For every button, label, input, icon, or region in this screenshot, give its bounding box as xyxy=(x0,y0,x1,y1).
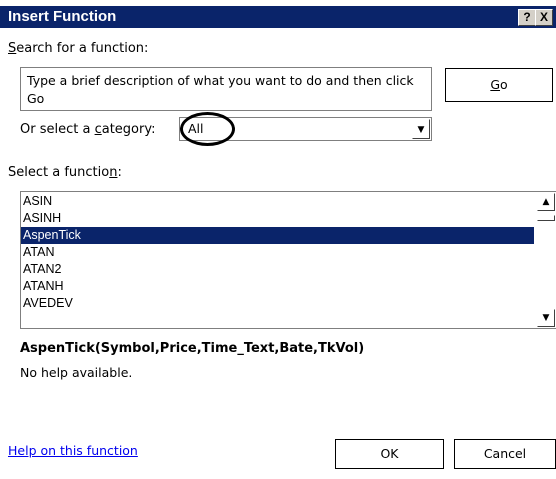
help-icon[interactable]: ? xyxy=(518,9,536,26)
ok-button[interactable]: OK xyxy=(335,439,444,469)
list-scrollbar[interactable]: ▲ ▼ xyxy=(537,193,555,327)
dialog-title: Insert Function xyxy=(8,8,117,25)
scroll-up-arrow-icon[interactable]: ▲ xyxy=(537,193,555,211)
list-item[interactable]: ATAN xyxy=(21,244,534,261)
list-item[interactable]: ASIN xyxy=(21,193,534,210)
go-button[interactable]: Go xyxy=(445,68,553,102)
list-item[interactable]: ATANH xyxy=(21,278,534,295)
title-bar[interactable]: Insert Function ? X xyxy=(0,6,556,28)
list-item[interactable]: ASINH xyxy=(21,210,534,227)
highlight-circle xyxy=(180,112,235,146)
search-input[interactable]: Type a brief description of what you wan… xyxy=(20,67,432,111)
function-list-items: ASIN ASINH AspenTick ATAN ATAN2 ATANH AVEDEV xyxy=(21,193,534,312)
search-label: Search for a function: xyxy=(8,41,149,56)
list-item[interactable]: AVEDEV xyxy=(21,295,534,312)
list-item[interactable]: AspenTick xyxy=(21,227,534,244)
function-help-text: No help available. xyxy=(20,365,133,380)
function-signature: AspenTick(Symbol,Price,Time_Text,Bate,Tk… xyxy=(20,341,365,356)
list-item[interactable]: ATAN2 xyxy=(21,261,534,278)
category-label: Or select a category: xyxy=(20,122,156,137)
scroll-thumb[interactable] xyxy=(537,215,555,221)
function-list[interactable]: ASIN ASINH AspenTick ATAN ATAN2 ATANH AVEDEV ▲… xyxy=(20,191,556,329)
function-list-label: Select a function: xyxy=(8,165,122,180)
insert-function-dialog: Insert Function ? X Search for a functio… xyxy=(0,0,556,479)
dropdown-arrow-icon[interactable]: ▼ xyxy=(412,119,430,139)
help-on-function-link[interactable]: Help on this function xyxy=(8,443,138,458)
scroll-down-arrow-icon[interactable]: ▼ xyxy=(537,309,555,327)
cancel-button[interactable]: Cancel xyxy=(454,439,556,469)
close-icon[interactable]: X xyxy=(535,9,553,26)
